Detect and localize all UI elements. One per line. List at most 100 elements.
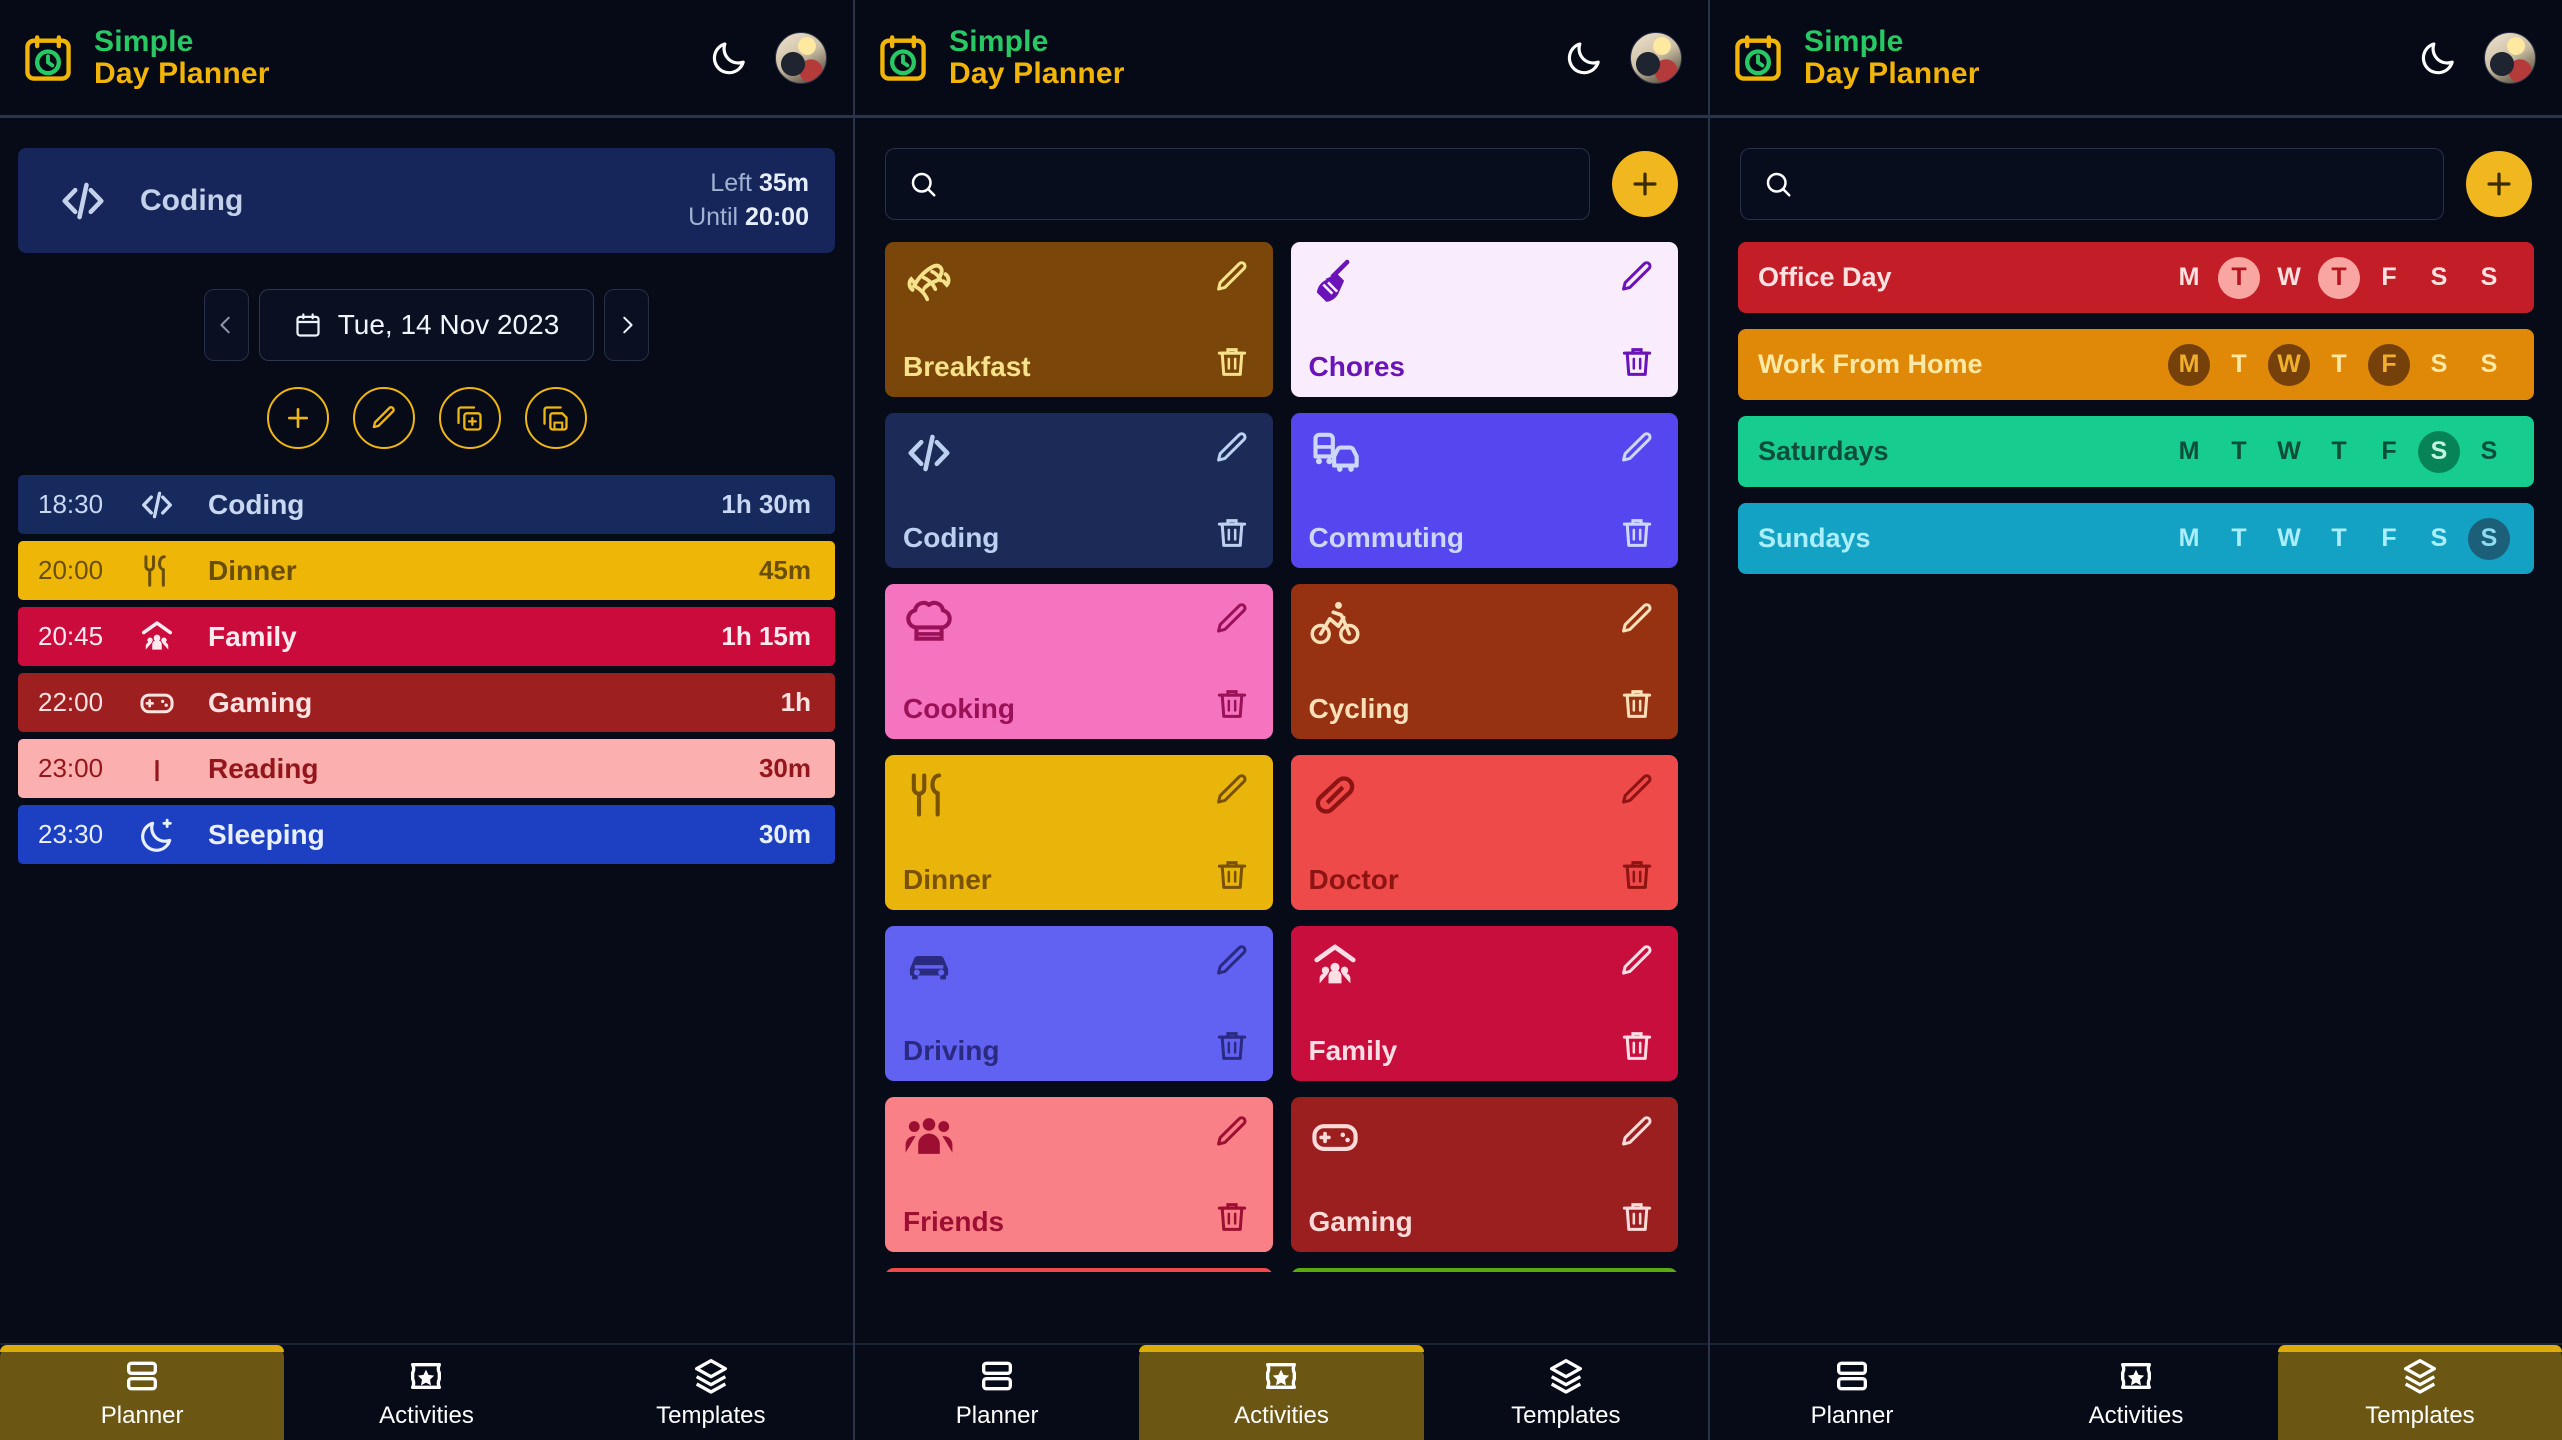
template-day-toggle[interactable]: T — [2318, 344, 2360, 386]
template-day-toggle[interactable]: S — [2418, 257, 2460, 299]
template-day-toggle[interactable]: F — [2368, 518, 2410, 560]
edit-activity-button[interactable] — [1618, 429, 1656, 467]
activity-card[interactable]: Coding — [885, 413, 1273, 568]
nav-item-activities[interactable]: Activities — [1139, 1345, 1424, 1440]
delete-activity-button[interactable] — [1213, 1027, 1251, 1065]
add-activity-button[interactable] — [1612, 151, 1678, 217]
template-day-toggle[interactable]: S — [2468, 431, 2510, 473]
edit-activity-button[interactable] — [1618, 258, 1656, 296]
template-day-toggle[interactable]: S — [2418, 344, 2460, 386]
template-day-toggle[interactable]: W — [2268, 431, 2310, 473]
activity-card[interactable]: Chores — [1290, 242, 1678, 397]
edit-activity-button[interactable] — [1213, 1113, 1251, 1151]
schedule-row[interactable]: 22:00 Gaming 1h — [18, 673, 835, 732]
activity-card[interactable]: Cooking — [885, 584, 1273, 739]
template-day-toggle[interactable]: M — [2168, 518, 2210, 560]
template-day-toggle[interactable]: F — [2368, 257, 2410, 299]
edit-activity-button[interactable] — [1213, 429, 1251, 467]
activity-card[interactable]: Groceries — [1290, 1268, 1678, 1272]
activity-card[interactable]: Commuting — [1290, 413, 1678, 568]
activity-card[interactable]: Friends — [885, 1097, 1273, 1252]
template-row[interactable]: Office Day M T W T F S S — [1738, 242, 2534, 313]
template-day-toggle[interactable]: S — [2468, 257, 2510, 299]
template-day-toggle[interactable]: W — [2268, 343, 2310, 386]
delete-activity-button[interactable] — [1618, 514, 1656, 552]
template-row[interactable]: Work From Home M T W T F S S — [1738, 329, 2534, 400]
template-day-toggle[interactable]: M — [2168, 431, 2210, 473]
nav-item-planner[interactable]: Planner — [1710, 1345, 1994, 1440]
delete-activity-button[interactable] — [1618, 685, 1656, 723]
add-entry-button[interactable] — [266, 387, 329, 449]
activity-card[interactable]: Gaming — [1290, 1097, 1678, 1252]
nav-item-templates[interactable]: Templates — [569, 1345, 853, 1440]
template-day-toggle[interactable]: W — [2268, 257, 2310, 299]
save-template-button[interactable] — [524, 387, 587, 449]
moon-icon[interactable] — [1564, 38, 1604, 78]
search-box[interactable] — [885, 148, 1590, 220]
template-day-toggle[interactable]: F — [2368, 431, 2410, 473]
edit-activity-button[interactable] — [1213, 771, 1251, 809]
template-day-toggle[interactable]: S — [2468, 517, 2510, 560]
activity-card[interactable]: Medicine — [885, 1268, 1273, 1272]
schedule-row[interactable]: 20:45 Family 1h 15m — [18, 607, 835, 666]
template-day-toggle[interactable]: T — [2318, 256, 2360, 299]
template-day-toggle[interactable]: T — [2318, 518, 2360, 560]
activity-card[interactable]: Cycling — [1290, 584, 1678, 739]
edit-activity-button[interactable] — [1618, 600, 1656, 638]
template-day-toggle[interactable]: S — [2468, 344, 2510, 386]
schedule-row[interactable]: 20:00 Dinner 45m — [18, 541, 835, 600]
schedule-row[interactable]: 18:30 Coding 1h 30m — [18, 475, 835, 534]
template-day-toggle[interactable]: S — [2418, 430, 2460, 473]
delete-activity-button[interactable] — [1618, 1027, 1656, 1065]
avatar[interactable] — [775, 31, 827, 84]
nav-item-activities[interactable]: Activities — [1994, 1345, 2278, 1440]
edit-activity-button[interactable] — [1618, 771, 1656, 809]
delete-activity-button[interactable] — [1213, 856, 1251, 894]
next-day-button[interactable] — [604, 289, 650, 361]
edit-activity-button[interactable] — [1213, 258, 1251, 296]
template-day-toggle[interactable]: T — [2218, 344, 2260, 386]
nav-item-activities[interactable]: Activities — [284, 1345, 568, 1440]
delete-activity-button[interactable] — [1618, 343, 1656, 381]
template-day-toggle[interactable]: F — [2368, 343, 2410, 386]
nav-item-planner[interactable]: Planner — [0, 1345, 285, 1440]
current-activity-card[interactable]: Coding Left 35m Until 20:00 — [18, 148, 835, 253]
delete-activity-button[interactable] — [1213, 685, 1251, 723]
search-input[interactable] — [1807, 169, 2421, 199]
schedule-row[interactable]: 23:30 Sleeping 30m — [18, 805, 835, 864]
delete-activity-button[interactable] — [1213, 1198, 1251, 1236]
edit-activity-button[interactable] — [1213, 600, 1251, 638]
template-day-toggle[interactable]: T — [2218, 518, 2260, 560]
duplicate-day-button[interactable] — [438, 387, 501, 449]
activity-card[interactable]: Family — [1290, 926, 1678, 1081]
template-day-toggle[interactable]: W — [2268, 518, 2310, 560]
nav-item-templates[interactable]: Templates — [1424, 1345, 1708, 1440]
template-day-toggle[interactable]: M — [2168, 257, 2210, 299]
activity-card[interactable]: Dinner — [885, 755, 1273, 910]
prev-day-button[interactable] — [203, 289, 249, 361]
template-day-toggle[interactable]: S — [2418, 518, 2460, 560]
edit-activity-button[interactable] — [1213, 942, 1251, 980]
schedule-row[interactable]: 23:00 Reading 30m — [18, 739, 835, 798]
edit-entry-button[interactable] — [352, 387, 415, 449]
search-input[interactable] — [952, 169, 1567, 199]
delete-activity-button[interactable] — [1213, 514, 1251, 552]
delete-activity-button[interactable] — [1618, 856, 1656, 894]
moon-icon[interactable] — [709, 38, 749, 78]
template-day-toggle[interactable]: T — [2218, 256, 2260, 299]
activity-card[interactable]: Doctor — [1290, 755, 1678, 910]
template-day-toggle[interactable]: T — [2318, 431, 2360, 473]
delete-activity-button[interactable] — [1213, 343, 1251, 381]
activity-card[interactable]: Breakfast — [885, 242, 1273, 397]
edit-activity-button[interactable] — [1618, 1113, 1656, 1151]
template-day-toggle[interactable]: M — [2168, 343, 2210, 386]
date-display[interactable]: Tue, 14 Nov 2023 — [258, 289, 595, 361]
template-row[interactable]: Sundays M T W T F S S — [1738, 503, 2534, 574]
nav-item-templates[interactable]: Templates — [2278, 1345, 2562, 1440]
template-day-toggle[interactable]: T — [2218, 431, 2260, 473]
template-row[interactable]: Saturdays M T W T F S S — [1738, 416, 2534, 487]
edit-activity-button[interactable] — [1618, 942, 1656, 980]
nav-item-planner[interactable]: Planner — [855, 1345, 1139, 1440]
activity-card[interactable]: Driving — [885, 926, 1273, 1081]
search-box[interactable] — [1740, 148, 2444, 220]
